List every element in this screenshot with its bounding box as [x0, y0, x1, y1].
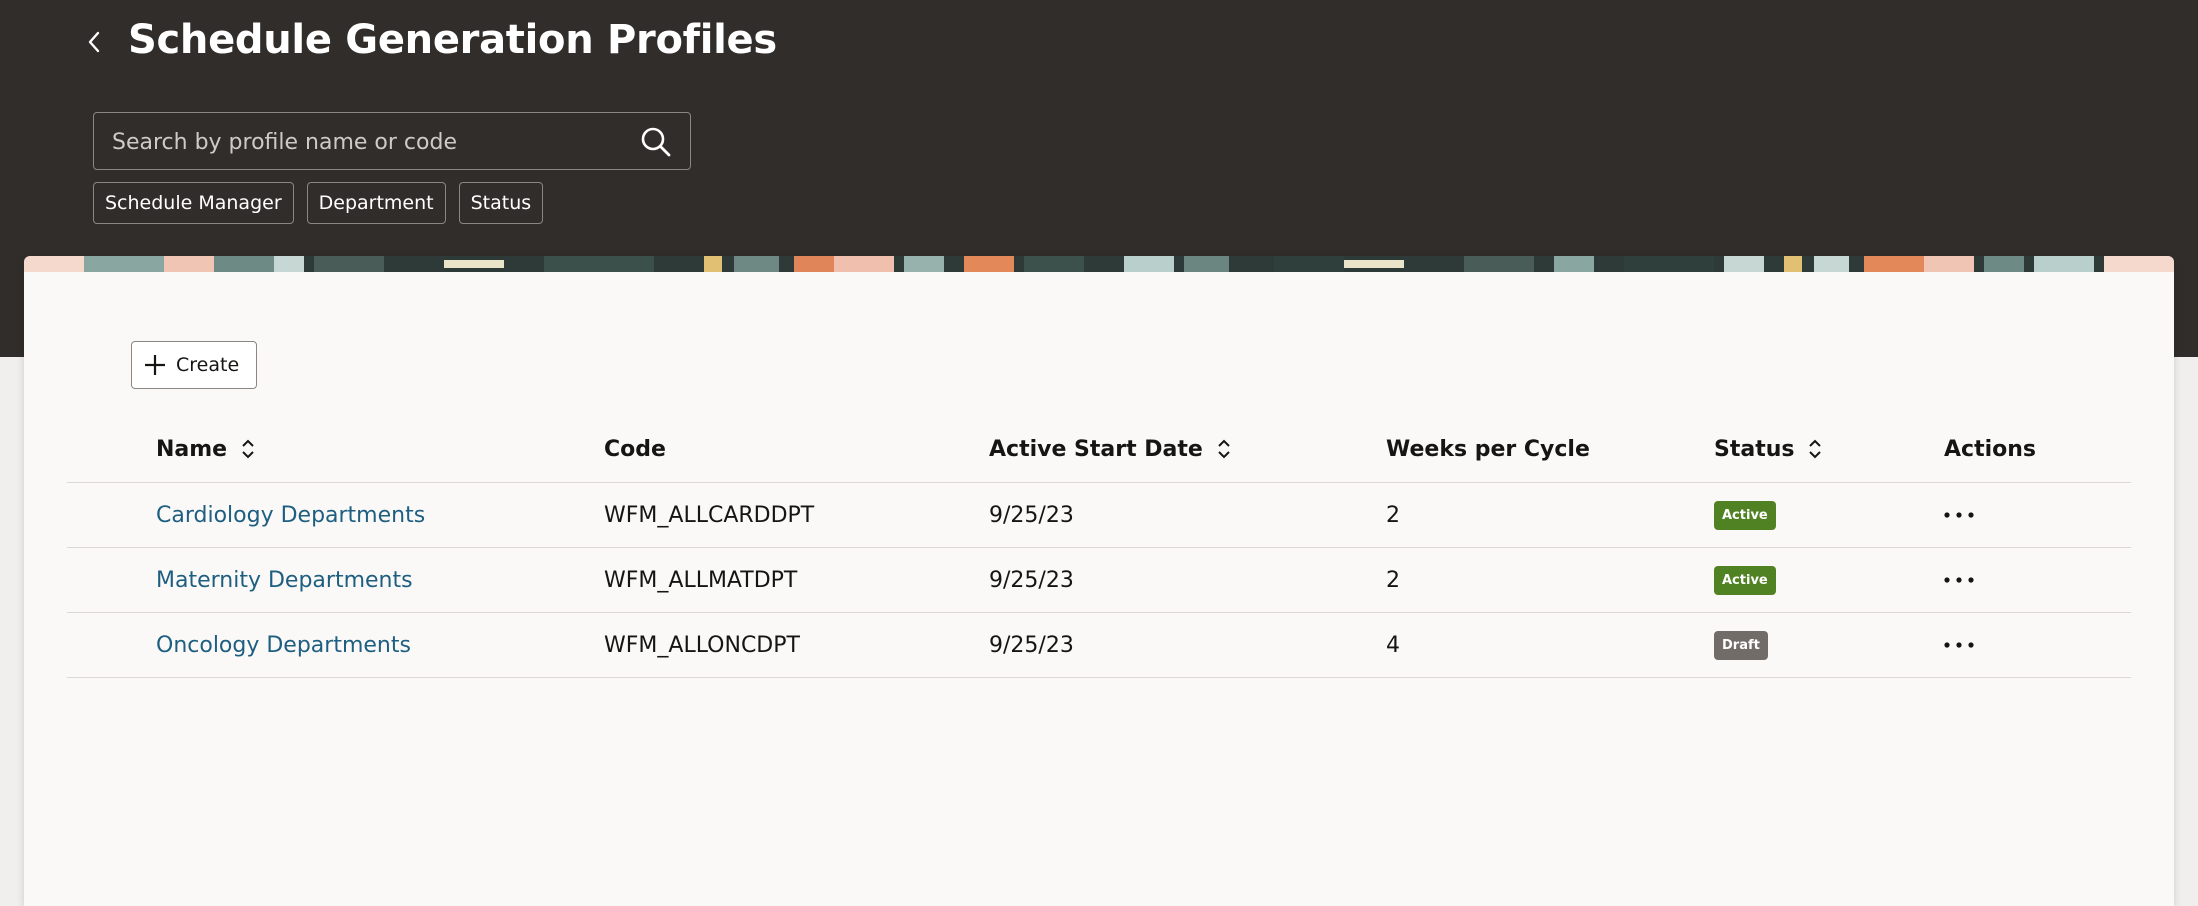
create-button[interactable]: Create — [131, 341, 257, 389]
search-input[interactable] — [110, 113, 634, 171]
status-badge: Active — [1714, 565, 1776, 595]
column-header-status[interactable]: Status — [1714, 416, 1822, 482]
profile-code: WFM_ALLMATDPT — [604, 567, 798, 593]
sort-icon[interactable] — [1808, 438, 1822, 460]
profile-start-date: 9/25/23 — [989, 502, 1074, 528]
profile-name-link[interactable]: Maternity Departments — [156, 568, 413, 593]
row-actions-button[interactable] — [1944, 570, 1984, 590]
status-badge: Draft — [1714, 630, 1768, 660]
more-horizontal-icon — [1944, 642, 1974, 648]
profile-name-link[interactable]: Oncology Departments — [156, 633, 411, 658]
row-actions-button[interactable] — [1944, 635, 1984, 655]
profile-start-date: 9/25/23 — [989, 632, 1074, 658]
table-row: Cardiology Departments WFM_ALLCARDDPT 9/… — [67, 483, 2131, 548]
column-header-status-label: Status — [1714, 436, 1795, 462]
page-title: Schedule Generation Profiles — [128, 17, 777, 63]
back-button[interactable] — [78, 22, 110, 62]
sort-icon[interactable] — [1217, 438, 1231, 460]
search-icon[interactable] — [640, 126, 672, 158]
table-header-row: Name Code Active Start Date Weeks per Cy… — [67, 416, 2131, 483]
content-card: Create Name Code Active Start Date Weeks… — [24, 256, 2174, 906]
filter-chips: Schedule Manager Department Status — [93, 182, 544, 224]
filter-chip-status[interactable]: Status — [458, 182, 544, 224]
profile-weeks-per-cycle: 4 — [1386, 632, 1400, 658]
profile-code: WFM_ALLONCDPT — [604, 632, 800, 658]
column-header-date-label: Active Start Date — [989, 436, 1203, 462]
status-badge: Active — [1714, 500, 1776, 530]
profile-name-link[interactable]: Cardiology Departments — [156, 503, 425, 528]
filter-chip-department[interactable]: Department — [306, 182, 446, 224]
row-actions-button[interactable] — [1944, 505, 1984, 525]
column-header-code: Code — [604, 436, 666, 462]
more-horizontal-icon — [1944, 577, 1974, 583]
decorative-banner — [24, 256, 2174, 272]
column-header-name-label: Name — [156, 436, 228, 462]
create-button-label: Create — [176, 354, 240, 376]
table-row: Maternity Departments WFM_ALLMATDPT 9/25… — [67, 548, 2131, 613]
profile-start-date: 9/25/23 — [989, 567, 1074, 593]
profile-code: WFM_ALLCARDDPT — [604, 502, 815, 528]
filter-chip-schedule-manager[interactable]: Schedule Manager — [93, 182, 294, 224]
plus-icon — [145, 355, 165, 375]
column-header-actions: Actions — [1944, 436, 2036, 462]
column-header-active-start-date[interactable]: Active Start Date — [989, 416, 1231, 482]
profiles-table: Name Code Active Start Date Weeks per Cy… — [67, 416, 2131, 678]
profile-weeks-per-cycle: 2 — [1386, 567, 1400, 593]
sort-icon[interactable] — [241, 438, 255, 460]
more-horizontal-icon — [1944, 512, 1974, 518]
table-row: Oncology Departments WFM_ALLONCDPT 9/25/… — [67, 613, 2131, 678]
search-box — [93, 112, 691, 171]
column-header-name[interactable]: Name — [156, 416, 255, 482]
chevron-left-icon — [88, 31, 100, 53]
profile-weeks-per-cycle: 2 — [1386, 502, 1400, 528]
column-header-weeks-per-cycle: Weeks per Cycle — [1386, 436, 1590, 462]
